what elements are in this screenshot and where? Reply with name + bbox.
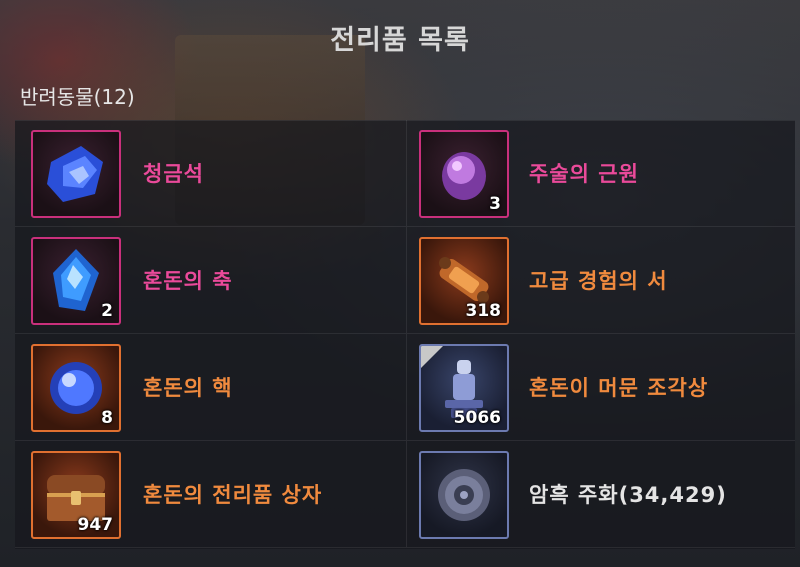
loot-item[interactable]: 5066 혼돈이 머문 조각상 [407, 334, 795, 441]
treasure-chest-icon: 947 [31, 451, 121, 539]
sorcery-source-icon: 3 [419, 130, 509, 218]
item-name: 청금석 [143, 162, 204, 186]
item-count: 3 [489, 194, 501, 214]
loot-item[interactable]: 947 혼돈의 전리품 상자 [15, 441, 407, 548]
item-count: 8 [101, 408, 113, 428]
section-label: 반려동물(12) [20, 85, 135, 109]
grade-corner-marker [421, 346, 443, 368]
item-name: 주술의 근원 [529, 162, 639, 186]
item-name: 고급 경험의 서 [529, 269, 668, 293]
chaos-core-orb-icon: 8 [31, 344, 121, 432]
loot-item[interactable]: 318 고급 경험의 서 [407, 227, 795, 334]
loot-grid: 청금석 3 주술의 근원 2 혼돈의 축 318 고급 경험의 서 8 혼돈의 … [15, 120, 795, 548]
lapis-crystal-icon [31, 130, 121, 218]
scroll-icon: 318 [419, 237, 509, 325]
loot-item[interactable]: 2 혼돈의 축 [15, 227, 407, 334]
item-name: 혼돈의 핵 [143, 376, 233, 400]
loot-item[interactable]: 8 혼돈의 핵 [15, 334, 407, 441]
loot-item[interactable]: 3 주술의 근원 [407, 120, 795, 227]
window-title: 전리품 목록 [330, 25, 470, 56]
item-name-text: 암흑 주화 [529, 483, 619, 507]
item-name: 혼돈의 전리품 상자 [143, 483, 323, 507]
item-amount: (34,429) [618, 483, 727, 507]
item-count: 5066 [453, 408, 501, 428]
item-count: 318 [465, 301, 502, 321]
item-count: 947 [77, 515, 114, 535]
loot-item[interactable]: 암흑 주화(34,429) [407, 441, 795, 548]
item-name: 혼돈의 축 [143, 269, 233, 293]
chaos-axis-gem-icon: 2 [31, 237, 121, 325]
item-name: 암흑 주화(34,429) [529, 479, 727, 509]
item-count: 2 [101, 301, 113, 321]
item-name: 혼돈이 머문 조각상 [529, 376, 709, 400]
loot-item[interactable]: 청금석 [15, 120, 407, 227]
statue-icon: 5066 [419, 344, 509, 432]
dark-coin-icon [419, 451, 509, 539]
